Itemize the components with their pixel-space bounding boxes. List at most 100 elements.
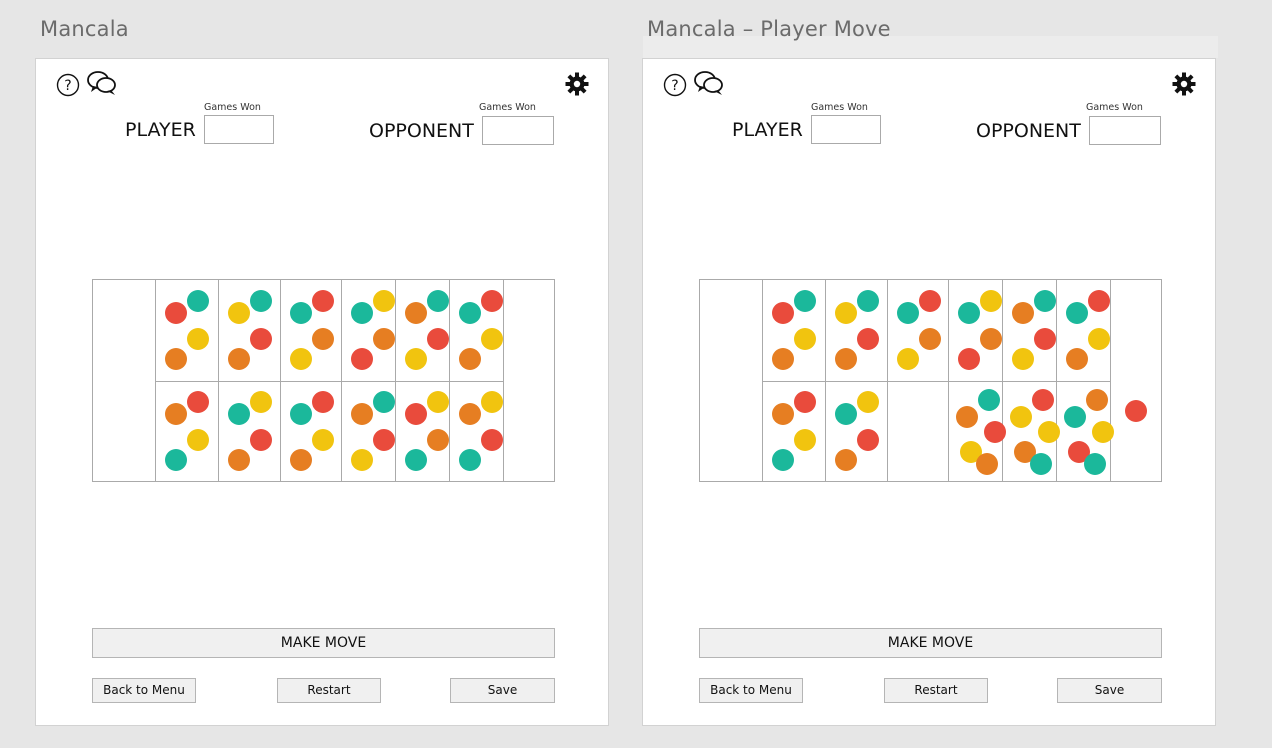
pit-top-5[interactable] — [1002, 280, 1056, 380]
player-label: PLAYER — [125, 119, 196, 141]
seed-teal — [1034, 290, 1056, 312]
seed-yellow — [980, 290, 1002, 312]
seed-yellow — [312, 429, 334, 451]
seed-yellow — [427, 391, 449, 413]
pit-bottom-1[interactable] — [762, 381, 825, 481]
seed-red — [373, 429, 395, 451]
opponent-label: OPPONENT — [369, 120, 474, 142]
seed-teal — [459, 302, 481, 324]
seed-red — [165, 302, 187, 324]
seed-teal — [897, 302, 919, 324]
seed-orange — [290, 449, 312, 471]
seed-teal — [1030, 453, 1052, 475]
help-icon[interactable]: ? — [56, 73, 80, 102]
gear-icon[interactable] — [1172, 72, 1196, 101]
seed-red — [312, 391, 334, 413]
seed-yellow — [290, 348, 312, 370]
seed-yellow — [794, 429, 816, 451]
player-games-won-label: Games Won — [811, 102, 868, 113]
restart-button[interactable]: Restart — [884, 678, 988, 703]
opponent-games-won-field[interactable] — [482, 116, 554, 145]
seed-orange — [1012, 302, 1034, 324]
restart-button[interactable]: Restart — [277, 678, 381, 703]
seed-teal — [772, 449, 794, 471]
seed-red — [857, 328, 879, 350]
seed-red — [481, 290, 503, 312]
seed-orange — [228, 449, 250, 471]
make-move-button[interactable]: MAKE MOVE — [92, 628, 555, 658]
chat-icon[interactable] — [694, 70, 724, 101]
pit-bottom-2[interactable] — [825, 381, 887, 481]
seed-yellow — [373, 290, 395, 312]
pit-top-6[interactable] — [1056, 280, 1110, 380]
pit-bottom-4[interactable] — [341, 381, 395, 481]
seed-yellow — [481, 328, 503, 350]
gear-icon[interactable] — [565, 72, 589, 101]
svg-text:?: ? — [671, 78, 678, 94]
seed-teal — [1084, 453, 1106, 475]
opponent-games-won-field[interactable] — [1089, 116, 1161, 145]
pit-bottom-6[interactable] — [449, 381, 503, 481]
artboard-title: Mancala – Player Move — [647, 17, 891, 41]
pit-top-5[interactable] — [395, 280, 449, 380]
seed-orange — [165, 403, 187, 425]
pit-bottom-6[interactable] — [1056, 381, 1114, 481]
player-store[interactable] — [503, 280, 554, 481]
seed-orange — [1086, 389, 1108, 411]
seed-orange — [976, 453, 998, 475]
seed-red — [772, 302, 794, 324]
seed-orange — [165, 348, 187, 370]
seed-orange — [427, 429, 449, 451]
pit-top-4[interactable] — [341, 280, 395, 380]
pit-bottom-1[interactable] — [155, 381, 218, 481]
seed-red — [351, 348, 373, 370]
pit-bottom-5[interactable] — [395, 381, 449, 481]
seed-yellow — [897, 348, 919, 370]
back-to-menu-button[interactable]: Back to Menu — [92, 678, 196, 703]
pit-top-6[interactable] — [449, 280, 503, 380]
seed-red — [794, 391, 816, 413]
svg-text:?: ? — [64, 78, 71, 94]
pit-top-2[interactable] — [825, 280, 887, 380]
seed-teal — [373, 391, 395, 413]
save-button[interactable]: Save — [1057, 678, 1162, 703]
seed-orange — [835, 348, 857, 370]
pit-top-3[interactable] — [887, 280, 948, 380]
seed-teal — [250, 290, 272, 312]
seed-red — [1088, 290, 1110, 312]
seed-yellow — [481, 391, 503, 413]
save-button[interactable]: Save — [450, 678, 555, 703]
chat-icon[interactable] — [87, 70, 117, 101]
pit-bottom-3[interactable] — [887, 381, 948, 481]
player-store[interactable] — [1110, 280, 1161, 481]
pit-top-2[interactable] — [218, 280, 280, 380]
seed-yellow — [835, 302, 857, 324]
seed-teal — [290, 403, 312, 425]
seed-yellow — [250, 391, 272, 413]
opponent-label: OPPONENT — [976, 120, 1081, 142]
pit-bottom-3[interactable] — [280, 381, 341, 481]
seed-yellow — [1012, 348, 1034, 370]
opponent-store[interactable] — [700, 280, 762, 481]
pit-top-4[interactable] — [948, 280, 1002, 380]
help-icon[interactable]: ? — [663, 73, 687, 102]
seed-orange — [459, 348, 481, 370]
seed-red — [187, 391, 209, 413]
pit-top-3[interactable] — [280, 280, 341, 380]
player-games-won-field[interactable] — [811, 115, 881, 144]
seed-teal — [958, 302, 980, 324]
pit-bottom-5[interactable] — [1002, 381, 1060, 481]
player-games-won-field[interactable] — [204, 115, 274, 144]
make-move-button[interactable]: MAKE MOVE — [699, 628, 1162, 658]
seed-orange — [919, 328, 941, 350]
pit-bottom-4[interactable] — [948, 381, 1006, 481]
mancala-board — [92, 279, 555, 482]
seed-red — [250, 429, 272, 451]
pit-top-1[interactable] — [762, 280, 825, 380]
pit-top-1[interactable] — [155, 280, 218, 380]
pit-bottom-2[interactable] — [218, 381, 280, 481]
back-to-menu-button[interactable]: Back to Menu — [699, 678, 803, 703]
seed-orange — [772, 348, 794, 370]
seed-teal — [427, 290, 449, 312]
opponent-store[interactable] — [93, 280, 155, 481]
